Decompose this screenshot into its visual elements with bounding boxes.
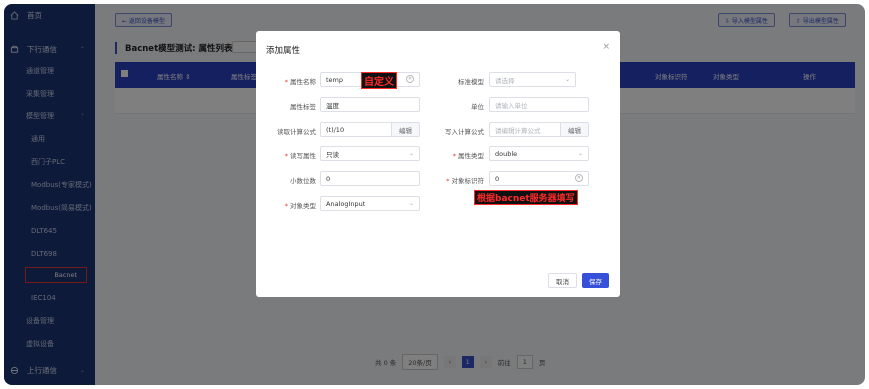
- read-formula-edit-button[interactable]: 编辑: [391, 123, 419, 136]
- chevron-down-icon: ⌄: [564, 76, 570, 83]
- rw-attr-label: * 读写属性: [284, 152, 316, 160]
- attr-tag-input[interactable]: 温度: [320, 97, 420, 112]
- std-model-label: 标准模型: [458, 78, 484, 86]
- unit-input[interactable]: 请输入单位: [489, 97, 589, 112]
- object-id-value: 0: [495, 174, 500, 183]
- decimals-value: 0: [326, 174, 331, 183]
- unit-label: 单位: [471, 103, 484, 111]
- object-id-input[interactable]: 0 ✕: [489, 171, 589, 186]
- clear-icon[interactable]: ✕: [575, 174, 583, 182]
- annotation-bacnet-hint: 根据bacnet服务器填写: [474, 190, 578, 205]
- save-button[interactable]: 保存: [582, 273, 609, 288]
- attr-tag-label: 属性标签: [290, 103, 316, 111]
- object-type-value: AnalogInput: [326, 199, 366, 208]
- decimals-label: 小数位数: [290, 177, 316, 185]
- object-type-select[interactable]: AnalogInput ⌄: [320, 196, 420, 211]
- object-id-label: * 对象标识符: [446, 177, 484, 185]
- decimals-input[interactable]: 0: [320, 171, 420, 186]
- app-window: 首页 下行通信 ⌃ 通道管理 采集管理 模型管理 ⌃ 通用 西门子PLC Mod…: [4, 4, 865, 385]
- clear-icon[interactable]: ✕: [406, 75, 414, 83]
- unit-placeholder: 请输入单位: [495, 101, 528, 110]
- close-icon[interactable]: ×: [602, 42, 610, 52]
- read-formula-label: 读取计算公式: [277, 128, 316, 136]
- attr-name-value: temp: [326, 75, 344, 84]
- write-formula-label: 写入计算公式: [445, 128, 484, 136]
- chevron-down-icon: ⌄: [408, 150, 414, 157]
- write-formula-input[interactable]: 请编辑计算公式 编辑: [489, 122, 589, 137]
- chevron-down-icon: ⌄: [408, 200, 414, 207]
- write-formula-placeholder: 请编辑计算公式: [495, 126, 541, 135]
- attr-tag-value: 温度: [326, 101, 339, 110]
- write-formula-edit-button[interactable]: 编辑: [560, 123, 588, 136]
- chevron-down-icon: ⌄: [577, 150, 583, 157]
- add-attribute-dialog: 添加属性 × * 属性名称 temp ✕ 自定义 标准模型 请选择 ⌄ 属性标签 …: [256, 31, 620, 297]
- screenshot-frame: 首页 下行通信 ⌃ 通道管理 采集管理 模型管理 ⌃ 通用 西门子PLC Mod…: [0, 0, 869, 389]
- attr-type-value: double: [495, 149, 518, 158]
- dialog-title: 添加属性: [266, 46, 301, 56]
- attr-type-select[interactable]: double ⌄: [489, 146, 589, 161]
- object-type-label: * 对象类型: [284, 202, 316, 210]
- rw-attr-select[interactable]: 只读 ⌄: [320, 146, 420, 161]
- cancel-button[interactable]: 取消: [548, 273, 577, 288]
- read-formula-value: (t)/10: [326, 125, 345, 134]
- attr-name-label: * 属性名称: [284, 78, 316, 86]
- std-model-select[interactable]: 请选择 ⌄: [489, 72, 576, 87]
- annotation-custom: 自定义: [361, 72, 397, 89]
- std-model-placeholder: 请选择: [495, 76, 515, 85]
- read-formula-input[interactable]: (t)/10 编辑: [320, 122, 420, 137]
- attr-type-label: * 属性类型: [452, 152, 484, 160]
- rw-attr-value: 只读: [326, 150, 339, 159]
